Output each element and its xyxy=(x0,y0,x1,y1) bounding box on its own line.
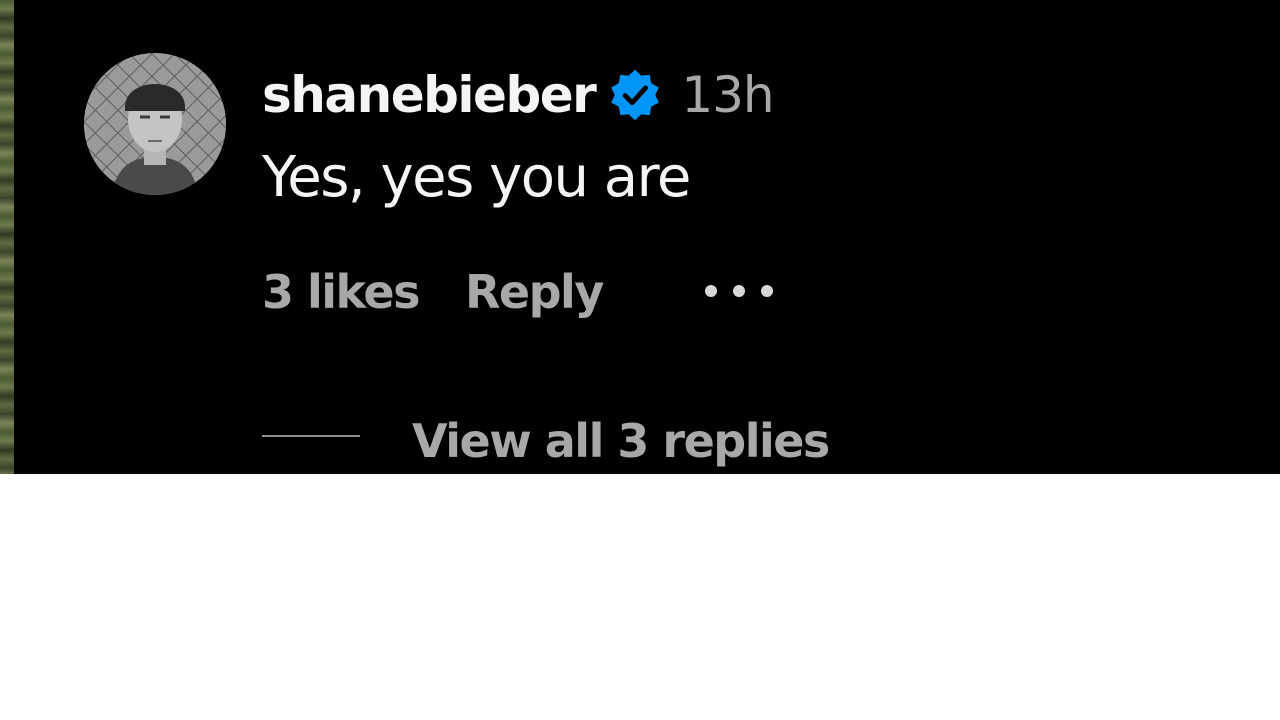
avatar[interactable] xyxy=(84,53,226,195)
more-options-icon[interactable] xyxy=(700,278,778,304)
timestamp: 13h xyxy=(681,66,774,124)
username[interactable]: shanebieber xyxy=(262,66,597,124)
comment-panel: shanebieber 13h Yes, yes you are 3 likes… xyxy=(0,0,1280,474)
verified-badge-icon xyxy=(607,67,663,123)
comment-text: Yes, yes you are xyxy=(262,145,691,210)
reply-button[interactable]: Reply xyxy=(465,265,604,319)
comment-header: shanebieber 13h xyxy=(262,60,775,130)
replies-divider xyxy=(262,435,360,437)
view-replies-button[interactable]: View all 3 replies xyxy=(412,414,830,468)
likes-count[interactable]: 3 likes xyxy=(262,265,421,319)
background-edge xyxy=(0,0,14,474)
